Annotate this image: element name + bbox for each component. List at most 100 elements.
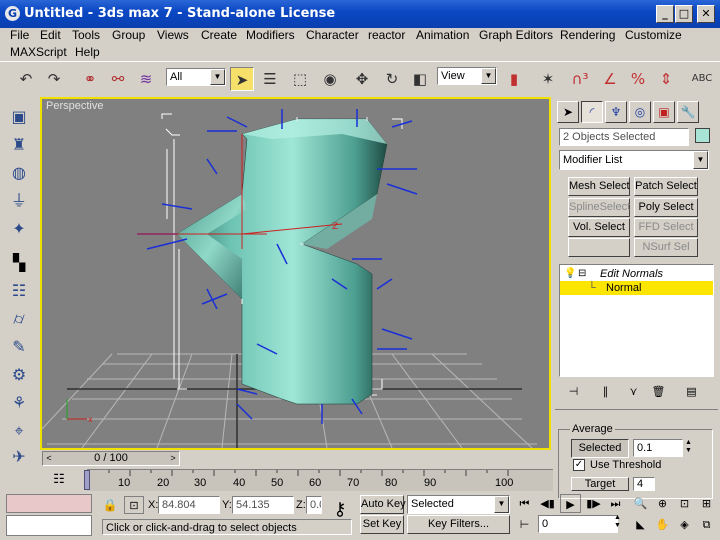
time-slider[interactable]: < 0 / 100 >: [42, 451, 180, 466]
empty-modifier-button[interactable]: [568, 238, 630, 257]
close-button[interactable]: ✕: [697, 5, 715, 23]
menu-group[interactable]: Group: [112, 28, 145, 42]
brush-icon[interactable]: ✎: [7, 335, 31, 359]
stack-item-edit-normals[interactable]: 💡 ⊟ Edit Normals: [560, 267, 713, 281]
select-object-icon[interactable]: ➤: [230, 67, 254, 91]
next-key-icon[interactable]: ▮▶: [583, 494, 604, 513]
field-of-view-icon[interactable]: ◣: [630, 515, 651, 534]
object-color-swatch[interactable]: [695, 128, 710, 143]
arc-rotate-icon[interactable]: ◈: [674, 515, 695, 534]
selection-info-field[interactable]: 2 Objects Selected: [559, 128, 689, 146]
ffd-select-button[interactable]: FFD Select: [634, 218, 698, 237]
prev-key-icon[interactable]: ◀▮: [537, 494, 558, 513]
zoom-extents-icon[interactable]: ⊡: [674, 494, 695, 513]
menu-animation[interactable]: Animation: [416, 28, 469, 42]
geosphere-icon[interactable]: ☷: [7, 279, 31, 303]
create-tab[interactable]: ➤: [557, 101, 579, 123]
hierarchy-tab[interactable]: ♆: [605, 101, 627, 123]
lock-selection-icon[interactable]: 🔒: [100, 496, 120, 514]
track-bar[interactable]: 10 20 30 40 50 60 70 80 90 100: [84, 469, 553, 491]
create-box-icon[interactable]: ▣: [7, 105, 31, 129]
patch-select-button[interactable]: Patch Select: [634, 177, 698, 196]
menu-views[interactable]: Views: [157, 28, 189, 42]
wand-icon[interactable]: ⚘: [7, 391, 31, 415]
undo-icon[interactable]: ↶: [14, 67, 38, 91]
key-mode-toggle-icon[interactable]: ⊢: [514, 515, 535, 534]
menu-graph-editors[interactable]: Graph Editors: [479, 28, 553, 42]
maxscript-listener-white[interactable]: [6, 515, 92, 536]
collapse-icon[interactable]: ⊟: [578, 267, 586, 281]
track-bar-icon[interactable]: ☷: [48, 469, 70, 489]
lightbulb-icon[interactable]: 💡: [564, 267, 576, 281]
perspective-viewport[interactable]: Perspective Z x: [40, 97, 551, 450]
display-floater-icon[interactable]: ▚: [7, 251, 31, 275]
menu-tools[interactable]: Tools: [72, 28, 100, 42]
select-scale-icon[interactable]: ◧: [408, 67, 432, 91]
select-move-icon[interactable]: ✥: [350, 67, 374, 91]
bird-icon[interactable]: ✈: [7, 445, 31, 469]
use-threshold-checkbox[interactable]: ✓: [573, 459, 585, 471]
percent-snap-icon[interactable]: %: [626, 67, 650, 91]
bind-space-warp-icon[interactable]: ≋: [134, 67, 158, 91]
key-mode-dropdown[interactable]: Selected ▼: [407, 495, 510, 514]
zoom-all-icon[interactable]: ⊕: [652, 494, 673, 513]
window-crossing-icon[interactable]: ◉: [318, 67, 342, 91]
use-pivot-center-icon[interactable]: ▮: [502, 67, 526, 91]
tube-icon[interactable]: ⌭: [7, 307, 31, 331]
selection-filter-dropdown[interactable]: All ▼: [166, 68, 226, 86]
modify-tab[interactable]: ◜: [581, 101, 603, 123]
absolute-mode-icon[interactable]: ⊡: [124, 496, 144, 514]
rectangular-region-icon[interactable]: ⬚: [288, 67, 312, 91]
display-tab[interactable]: ▣: [653, 101, 675, 123]
modifier-list-dropdown[interactable]: Modifier List ▼: [559, 150, 709, 170]
mesh-select-button[interactable]: Mesh Select: [568, 177, 630, 196]
remove-modifier-icon[interactable]: 🗑: [648, 382, 669, 401]
redo-icon[interactable]: ↷: [42, 67, 66, 91]
prev-frame-icon[interactable]: <: [43, 452, 55, 465]
y-coordinate-field[interactable]: 54.135: [232, 496, 294, 514]
mouse-icon[interactable]: ⌖: [7, 419, 31, 443]
target-spinner[interactable]: 4: [633, 477, 655, 491]
select-by-name-icon[interactable]: ☰: [258, 67, 282, 91]
named-selection-icon[interactable]: ABC: [690, 67, 714, 91]
maximize-button[interactable]: □: [675, 5, 693, 23]
link-icon[interactable]: ⚭: [78, 67, 102, 91]
spinner-arrows-icon[interactable]: ▲ ▼: [685, 439, 692, 455]
threshold-spinner[interactable]: 0.1: [633, 439, 683, 457]
goto-start-icon[interactable]: ⏮: [514, 494, 535, 513]
target-button[interactable]: Target: [571, 477, 629, 491]
menu-edit[interactable]: Edit: [40, 28, 61, 42]
3ds-max-icon[interactable]: G: [5, 6, 20, 21]
gear-icon[interactable]: ⚙: [7, 363, 31, 387]
create-shirt-icon[interactable]: ♜: [7, 133, 31, 157]
poly-select-button[interactable]: Poly Select: [634, 198, 698, 217]
unlink-icon[interactable]: ⚯: [106, 67, 130, 91]
x-coordinate-field[interactable]: 84.804: [158, 496, 220, 514]
show-end-result-icon[interactable]: ∥: [595, 382, 616, 401]
current-frame-field[interactable]: 0: [538, 515, 618, 533]
minimize-button[interactable]: _: [656, 5, 674, 23]
zoom-extents-all-icon[interactable]: ⊞: [696, 494, 717, 513]
set-key-button[interactable]: Set Key: [360, 515, 404, 534]
maxscript-listener-pink[interactable]: [6, 494, 92, 513]
vol-select-button[interactable]: Vol. Select: [568, 218, 630, 237]
sphere-icon[interactable]: ◍: [7, 161, 31, 185]
hero-icon[interactable]: ✦: [7, 217, 31, 241]
spline-select-button[interactable]: SplineSelect: [568, 198, 630, 217]
selected-button[interactable]: Selected: [571, 439, 629, 458]
menu-customize[interactable]: Customize: [625, 28, 682, 42]
zoom-icon[interactable]: 🔍: [630, 494, 651, 513]
z-coordinate-field[interactable]: 0.0: [306, 496, 322, 514]
menu-character[interactable]: Character: [306, 28, 359, 42]
menu-maxscript[interactable]: MAXScript: [10, 45, 67, 59]
angle-snap-icon[interactable]: ∠: [598, 67, 622, 91]
menu-rendering[interactable]: Rendering: [560, 28, 615, 42]
key-icon[interactable]: ⚷: [323, 495, 357, 525]
cylinder-icon[interactable]: ⏚: [7, 189, 31, 213]
configure-modifier-sets-icon[interactable]: ▤: [681, 382, 702, 401]
spinner-snap-icon[interactable]: ⇕: [654, 67, 678, 91]
menu-reactor[interactable]: reactor: [368, 28, 405, 42]
menu-help[interactable]: Help: [75, 45, 100, 59]
goto-end-icon[interactable]: ⏭: [605, 494, 626, 513]
utilities-tab[interactable]: 🔧: [677, 101, 699, 123]
